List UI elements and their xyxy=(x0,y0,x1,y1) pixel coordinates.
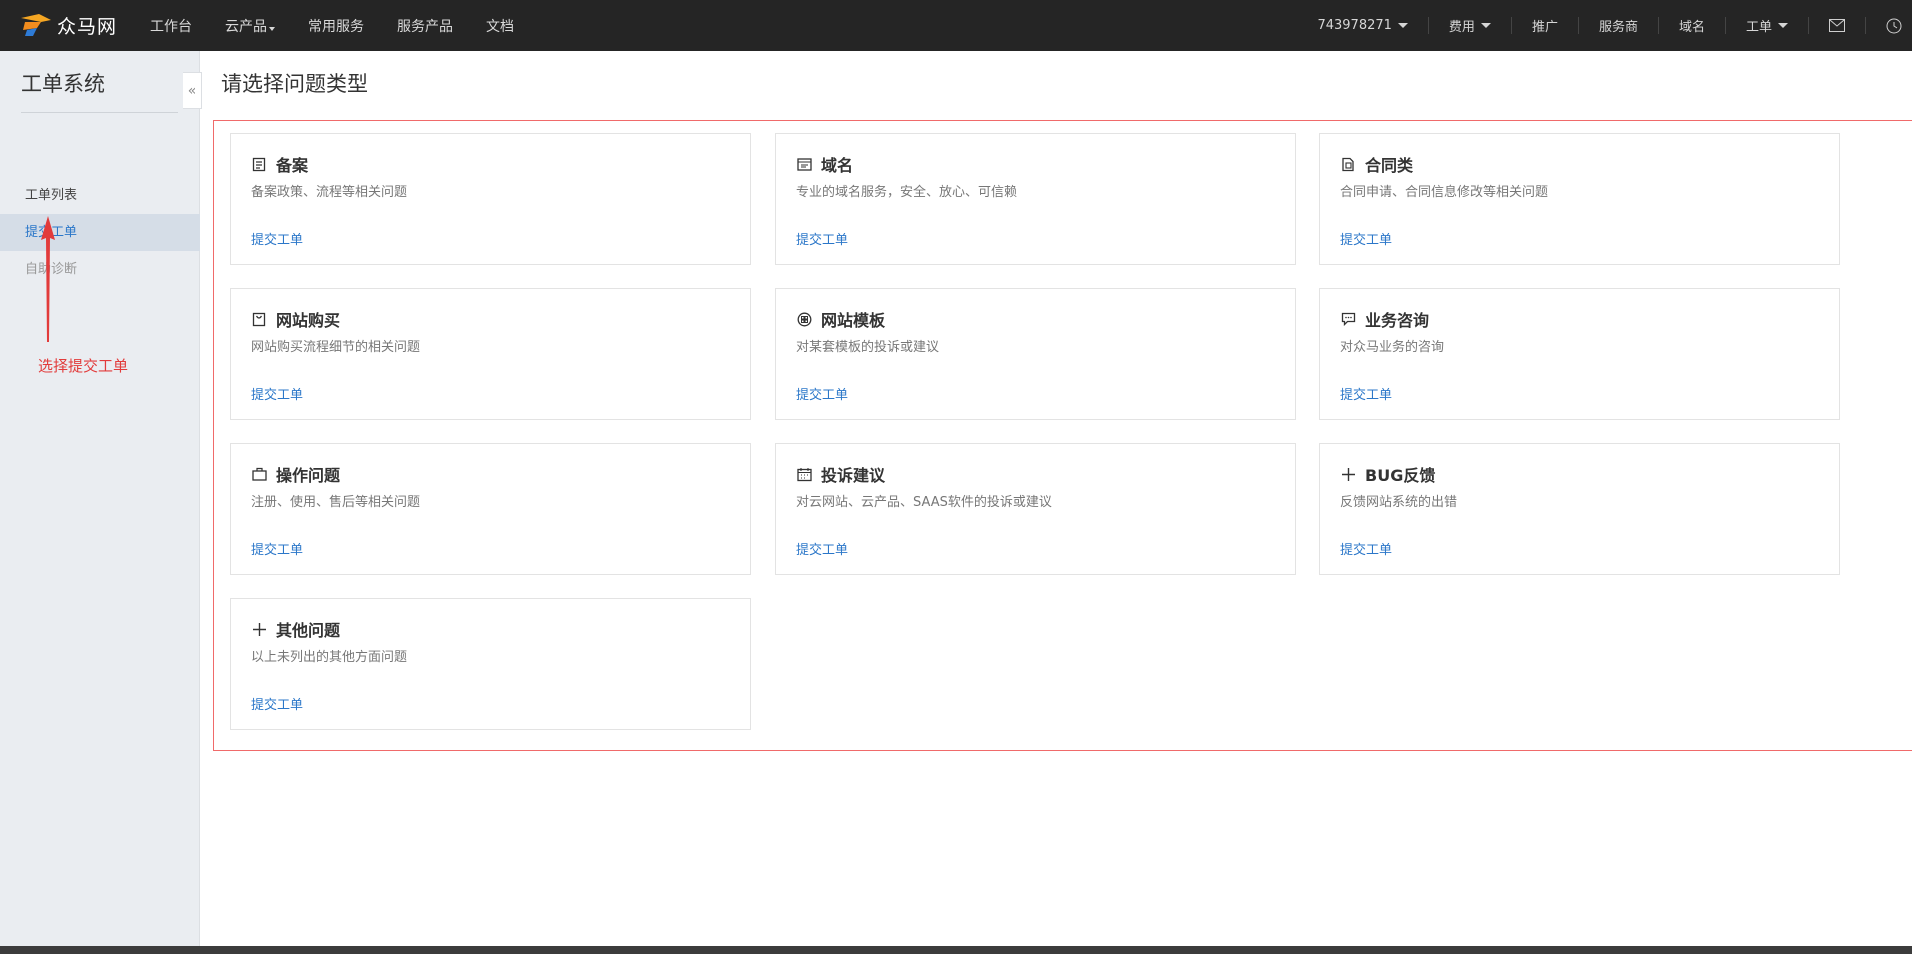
submit-ticket-link[interactable]: 提交工单 xyxy=(251,694,303,713)
card-description: 对某套模板的投诉或建议 xyxy=(796,340,940,355)
billing-label: 费用 xyxy=(1448,20,1475,35)
page-title: 请选择问题类型 xyxy=(221,72,368,96)
card-website-template: 网站模板 对某套模板的投诉或建议 提交工单 xyxy=(775,288,1296,420)
nav-domain[interactable]: 域名 xyxy=(1657,17,1725,35)
sidebar-divider xyxy=(21,112,178,113)
history-button[interactable] xyxy=(1865,17,1912,34)
card-title: 网站购买 xyxy=(276,311,341,330)
card-bug-feedback: BUG反馈 反馈网站系统的出错 提交工单 xyxy=(1319,443,1840,575)
submit-ticket-link[interactable]: 提交工单 xyxy=(796,229,848,248)
card-title: 业务咨询 xyxy=(1365,311,1430,330)
chevron-down-icon xyxy=(1397,23,1408,28)
briefcase-icon xyxy=(251,466,267,482)
ticket-menu[interactable]: 工单 xyxy=(1724,17,1808,35)
nav-service-provider[interactable]: 服务商 xyxy=(1577,17,1658,35)
card-description: 专业的域名服务，安全、放心、可信赖 xyxy=(796,185,1018,200)
submit-ticket-link[interactable]: 提交工单 xyxy=(1340,384,1392,403)
browser-window-icon xyxy=(796,156,812,172)
card-description: 反馈网站系统的出错 xyxy=(1340,495,1458,510)
card-description: 注册、使用、售后等相关问题 xyxy=(251,495,421,510)
clock-icon xyxy=(1886,18,1902,33)
nav-promotion[interactable]: 推广 xyxy=(1510,17,1578,35)
contract-icon xyxy=(1340,156,1356,172)
ticket-menu-label: 工单 xyxy=(1745,20,1772,35)
billing-menu[interactable]: 费用 xyxy=(1427,17,1511,35)
sidebar-item-self-diagnosis[interactable]: 自助诊断 xyxy=(0,251,200,288)
chevron-down-icon xyxy=(1480,23,1491,28)
card-title: 操作问题 xyxy=(276,466,341,485)
submit-ticket-link[interactable]: 提交工单 xyxy=(251,539,303,558)
card-other-issues: 其他问题 以上未列出的其他方面问题 提交工单 xyxy=(230,598,751,730)
card-title: 网站模板 xyxy=(821,311,886,330)
logo-horse-icon xyxy=(21,14,51,36)
card-description: 对众马业务的咨询 xyxy=(1340,340,1445,355)
card-title: 投诉建议 xyxy=(821,466,886,485)
card-title: 其他问题 xyxy=(276,621,341,640)
main-nav: 工作台 云产品 常用服务 服务产品 文档 xyxy=(150,0,547,51)
submit-ticket-link[interactable]: 提交工单 xyxy=(796,539,848,558)
submit-ticket-link[interactable]: 提交工单 xyxy=(251,384,303,403)
card-title: 域名 xyxy=(821,156,854,175)
card-description: 以上未列出的其他方面问题 xyxy=(251,650,408,665)
mail-button[interactable] xyxy=(1808,17,1865,34)
sidebar-title: 工单系统 xyxy=(21,72,105,96)
card-title: BUG反馈 xyxy=(1365,466,1436,485)
card-website-purchase: 网站购买 网站购买流程细节的相关问题 提交工单 xyxy=(230,288,751,420)
document-icon xyxy=(251,156,267,172)
chat-bubble-icon xyxy=(1340,311,1356,327)
calendar-icon xyxy=(796,466,812,482)
card-description: 网站购买流程细节的相关问题 xyxy=(251,340,421,355)
nav-docs[interactable]: 文档 xyxy=(486,16,514,36)
shopping-bag-icon xyxy=(251,311,267,327)
chevron-down-icon xyxy=(269,26,275,31)
card-title: 合同类 xyxy=(1365,156,1414,175)
card-contract: 合同类 合同申请、合同信息修改等相关问题 提交工单 xyxy=(1319,133,1840,265)
double-chevron-left-icon: « xyxy=(187,82,197,99)
mail-icon xyxy=(1829,19,1845,32)
logo[interactable]: 众马网 xyxy=(19,9,117,41)
account-menu[interactable]: 743978271 xyxy=(1297,17,1427,34)
chevron-down-icon xyxy=(1778,23,1788,28)
account-id: 743978271 xyxy=(1317,18,1392,33)
sidebar-item-ticket-list[interactable]: 工单列表 xyxy=(0,177,200,214)
user-nav: 743978271 费用 推广 服务商 域名 工单 xyxy=(1297,0,1912,51)
annotation-arrow xyxy=(41,216,55,342)
nav-common-services[interactable]: 常用服务 xyxy=(308,16,364,36)
card-domain: 域名 专业的域名服务，安全、放心、可信赖 提交工单 xyxy=(775,133,1296,265)
sidebar-collapse-button[interactable]: « xyxy=(183,72,202,109)
submit-ticket-link[interactable]: 提交工单 xyxy=(251,229,303,248)
submit-ticket-link[interactable]: 提交工单 xyxy=(1340,229,1392,248)
plus-icon xyxy=(1340,466,1356,482)
sidebar-item-submit-ticket[interactable]: 提交工单 xyxy=(0,214,200,251)
card-operation-issues: 操作问题 注册、使用、售后等相关问题 提交工单 xyxy=(230,443,751,575)
card-business-consulting: 业务咨询 对众马业务的咨询 提交工单 xyxy=(1319,288,1840,420)
card-title: 备案 xyxy=(276,156,309,175)
nav-workbench[interactable]: 工作台 xyxy=(150,16,192,36)
card-complaints-suggestions: 投诉建议 对云网站、云产品、SAAS软件的投诉或建议 提交工单 xyxy=(775,443,1296,575)
submit-ticket-link[interactable]: 提交工单 xyxy=(796,384,848,403)
nav-service-products[interactable]: 服务产品 xyxy=(397,16,453,36)
template-grid-icon xyxy=(796,311,812,327)
annotation-text: 选择提交工单 xyxy=(38,357,129,375)
nav-cloud-products[interactable]: 云产品 xyxy=(225,16,275,36)
logo-text: 众马网 xyxy=(57,15,118,38)
taskbar-strip xyxy=(0,946,1912,954)
top-navigation-bar: 众马网 工作台 云产品 常用服务 服务产品 文档 743978271 费用 推广… xyxy=(0,0,1912,51)
card-filing: 备案 备案政策、流程等相关问题 提交工单 xyxy=(230,133,751,265)
card-description: 合同申请、合同信息修改等相关问题 xyxy=(1340,185,1549,200)
card-description: 备案政策、流程等相关问题 xyxy=(251,185,408,200)
plus-icon xyxy=(251,621,267,637)
card-description: 对云网站、云产品、SAAS软件的投诉或建议 xyxy=(796,495,1052,510)
submit-ticket-link[interactable]: 提交工单 xyxy=(1340,539,1392,558)
nav-cloud-products-label: 云产品 xyxy=(225,18,267,35)
sidebar: 工单系统 工单列表 提交工单 自助诊断 xyxy=(0,51,200,946)
